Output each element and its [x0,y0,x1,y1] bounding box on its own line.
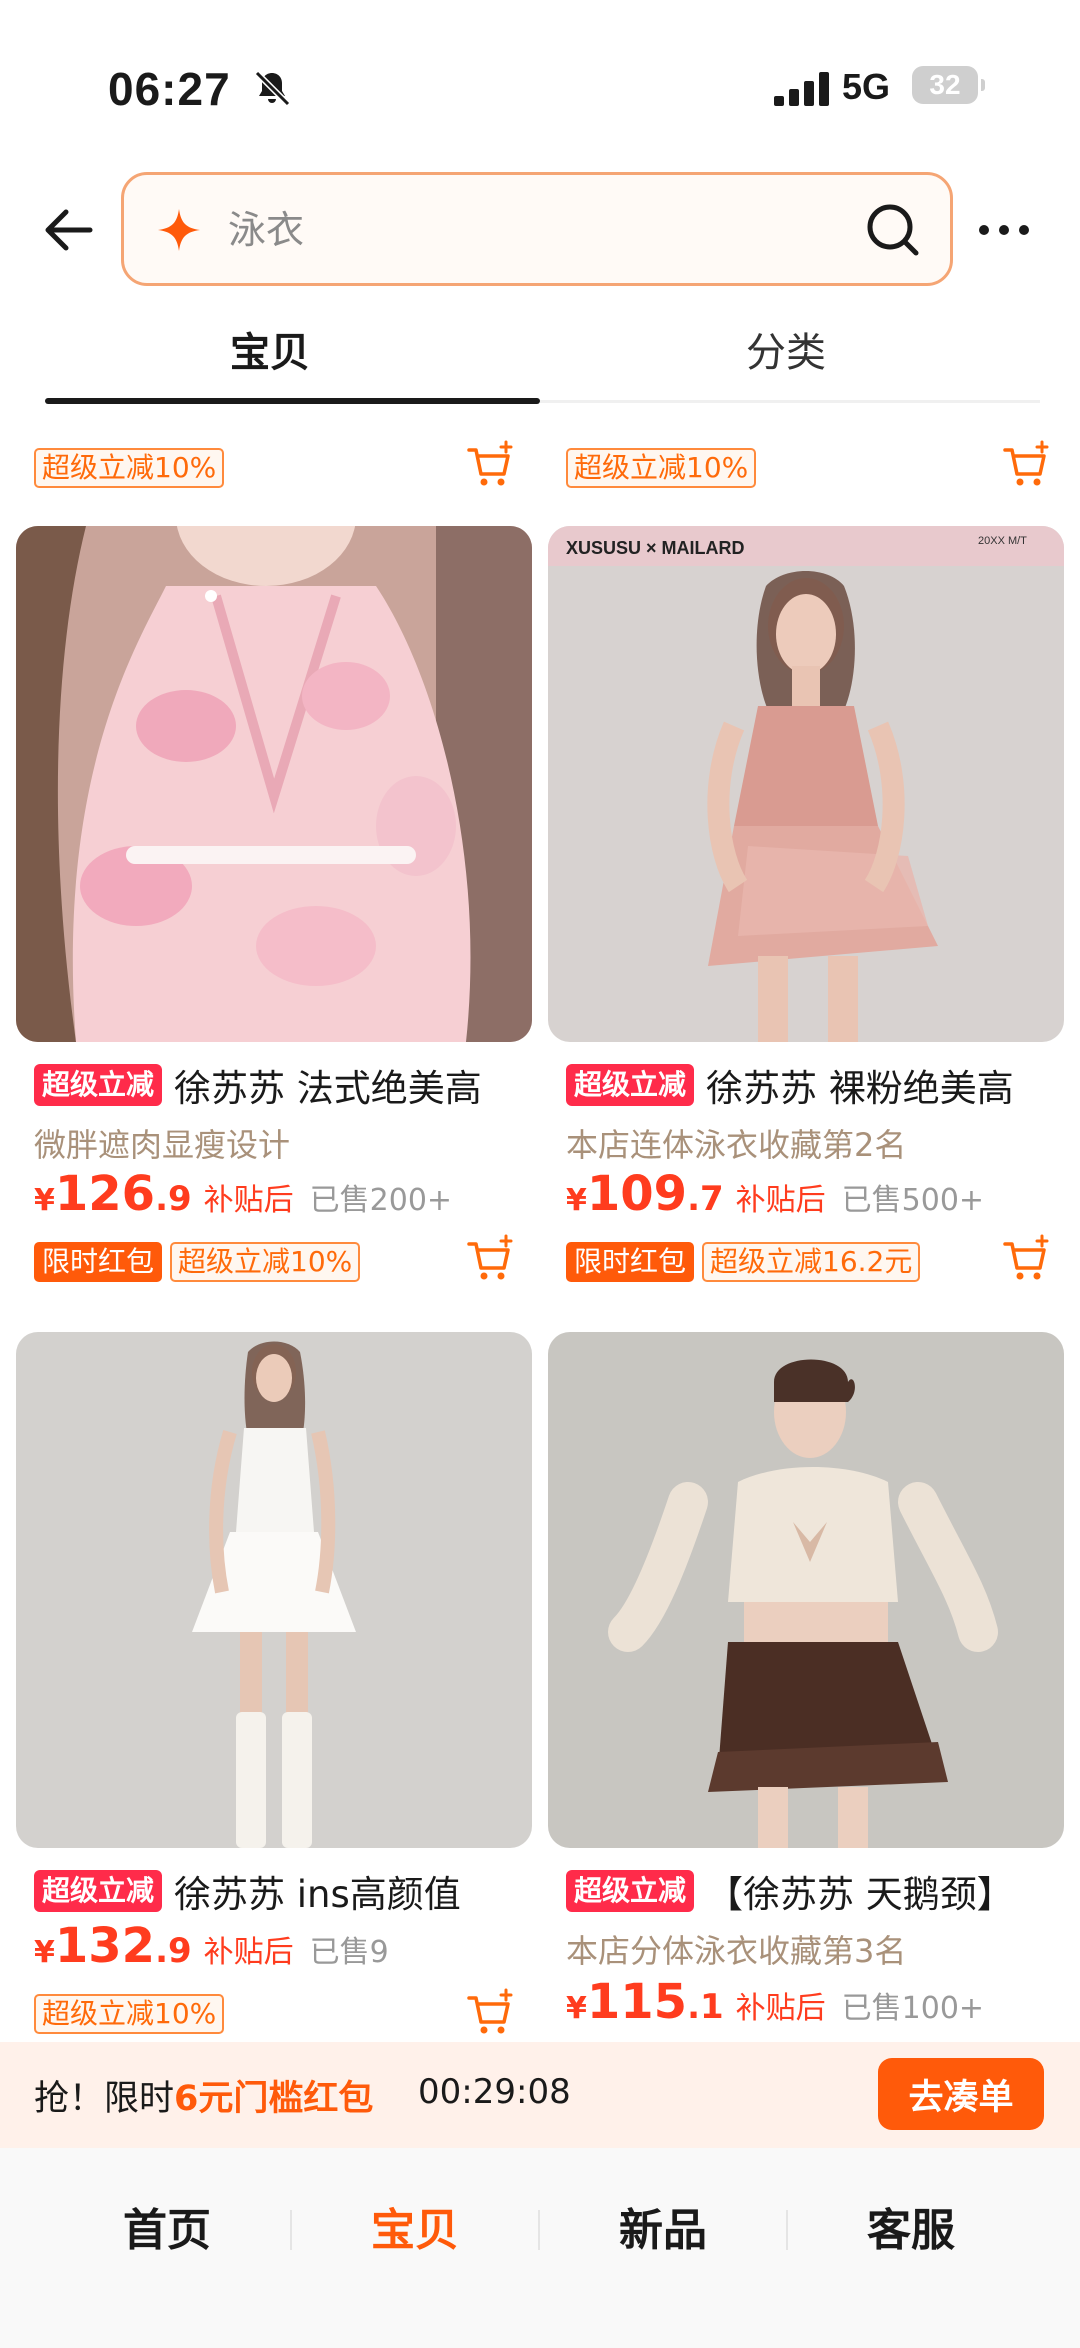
product-subtitle: 本店连体泳衣收藏第2名 [566,1126,907,1164]
tab-divider [540,400,1040,403]
price-row: ¥ 109 .7 补贴后 已售500+ [566,1166,984,1222]
product-title: 徐苏苏 法式绝美高 [174,1067,482,1110]
nav-products[interactable]: 宝贝 [292,2194,538,2258]
search-input[interactable] [228,199,788,261]
product-title: 徐苏苏 ins高颜值 [174,1873,461,1916]
promo-tag: 超级立减 [34,1064,163,1106]
product-title: 【徐苏苏 天鹅颈】 [706,1873,1014,1916]
promo-tag: 超级立减 [34,1870,163,1912]
after-subsidy-label: 补贴后 [203,1935,294,1970]
back-arrow-icon[interactable] [38,200,98,260]
image-brand-text: XUSUSU × MAILARD [566,538,745,558]
add-to-cart-icon[interactable] [1002,440,1052,490]
currency-symbol: ¥ [34,1183,55,1218]
add-to-cart-icon[interactable] [466,440,516,490]
discount-tag: 超级立减10% [170,1242,361,1282]
currency-symbol: ¥ [566,1183,587,1218]
tags-row: 超级立减10% [566,448,757,488]
coupon-banner[interactable]: 抢！限时6元门槛红包 00:29:08 去凑单 [0,2042,1080,2148]
add-to-cart-icon[interactable] [1002,1234,1052,1284]
sold-count: 已售500+ [841,1183,985,1218]
sold-count: 已售9 [309,1935,389,1970]
price-integer: 109 [586,1166,688,1222]
tab-bar: 宝贝 分类 [0,300,1080,408]
red-packet-tag: 限时红包 [34,1242,163,1282]
countdown-timer: 00:29:08 [418,2072,571,2112]
store-search-page: 06:27 5G 32 宝贝 [0,0,1080,2348]
image-note-text: 20XX M/T [978,535,1027,547]
product-subtitle: 微胖遮肉显瘦设计 [34,1126,291,1164]
tab-category[interactable]: 分类 [540,320,1032,378]
promo-tag: 超级立减 [566,1870,695,1912]
tags-row: 超级立减10% [34,448,225,488]
product-title-row: 超级立减 徐苏苏 ins高颜值 [34,1864,461,1918]
price-integer: 126 [54,1166,156,1222]
tags-row: 限时红包 超级立减16.2元 [566,1242,921,1282]
product-card[interactable]: 超级立减 徐苏苏 ins高颜值 ¥ 132 .9 补贴后 已售9 超级立减10% [16,1332,534,2042]
price-integer: 132 [54,1918,156,1974]
after-subsidy-label: 补贴后 [203,1183,294,1218]
nav-new-arrivals[interactable]: 新品 [540,2194,786,2258]
after-subsidy-label: 补贴后 [735,1991,826,2026]
discount-tag: 超级立减10% [566,448,757,488]
sold-count: 已售100+ [841,1991,985,2026]
product-card-partial-left[interactable]: 超级立减10% [16,408,534,498]
price-row: ¥ 126 .9 补贴后 已售200+ [34,1166,452,1222]
status-bar: 06:27 5G 32 [0,0,1080,170]
product-image[interactable] [16,526,532,1042]
nav-home[interactable]: 首页 [44,2194,290,2258]
nav-customer-service[interactable]: 客服 [788,2194,1034,2258]
price-decimal: .9 [155,1931,192,1971]
sold-count: 已售200+ [309,1183,453,1218]
active-tab-indicator [45,398,540,404]
search-icon[interactable] [864,201,922,259]
bell-off-icon [254,70,291,107]
gather-order-button[interactable]: 去凑单 [878,2058,1044,2130]
discount-tag: 超级立减10% [34,448,225,488]
product-title: 徐苏苏 裸粉绝美高 [706,1067,1014,1110]
product-title-row: 超级立减 徐苏苏 裸粉绝美高 [566,1058,1014,1112]
product-image[interactable] [16,1332,532,1848]
product-title-row: 超级立减 【徐苏苏 天鹅颈】 [566,1864,1014,1918]
bottom-nav: 首页 宝贝 新品 客服 [0,2148,1080,2348]
product-subtitle: 本店分体泳衣收藏第3名 [566,1932,907,1970]
price-decimal: .1 [687,1987,724,2027]
tags-row: 限时红包 超级立减10% [34,1242,361,1282]
product-card[interactable]: 超级立减 徐苏苏 法式绝美高 微胖遮肉显瘦设计 ¥ 126 .9 补贴后 已售2… [16,526,534,1296]
add-to-cart-icon[interactable] [466,1234,516,1284]
coupon-prefix: 抢！限时 [34,2079,175,2119]
currency-symbol: ¥ [34,1935,55,1970]
tags-row: 超级立减10% [34,1994,225,2034]
product-image[interactable]: XUSUSU × MAILARD 20XX M/T [548,526,1064,1042]
price-decimal: .9 [155,1179,192,1219]
product-card[interactable]: 超级立减 【徐苏苏 天鹅颈】 本店分体泳衣收藏第3名 ¥ 115 .1 补贴后 … [548,1332,1066,2042]
product-image[interactable] [548,1332,1064,1848]
currency-symbol: ¥ [566,1991,587,2026]
product-card-partial-right[interactable]: 超级立减10% [548,408,1066,498]
price-row: ¥ 132 .9 补贴后 已售9 [34,1918,389,1974]
coupon-message: 抢！限时6元门槛红包 [34,2070,373,2121]
coupon-highlight: 6元门槛红包 [174,2079,374,2119]
network-label: 5G [842,66,891,107]
add-to-cart-icon[interactable] [466,1988,516,2038]
tab-products[interactable]: 宝贝 [0,320,540,378]
product-title-row: 超级立减 徐苏苏 法式绝美高 [34,1058,482,1112]
red-packet-tag: 限时红包 [566,1242,695,1282]
after-subsidy-label: 补贴后 [735,1183,826,1218]
promo-tag: 超级立减 [566,1064,695,1106]
product-card[interactable]: XUSUSU × MAILARD 20XX M/T 超级立减 徐苏苏 裸粉绝美高… [548,526,1066,1296]
signal-icon [774,72,829,106]
status-time: 06:27 [108,63,231,115]
discount-tag: 超级立减16.2元 [702,1242,921,1282]
price-decimal: .7 [687,1179,724,1219]
more-icon[interactable] [978,214,1030,246]
price-row: ¥ 115 .1 补贴后 已售100+ [566,1974,984,2030]
discount-tag: 超级立减10% [34,1994,225,2034]
battery-icon: 32 [912,66,985,104]
product-feed[interactable]: 超级立减10% 超级立减10% 超级立减 徐苏苏 法式绝美高 微胖遮肉显瘦设计 … [0,408,1080,2042]
ai-spark-icon [158,209,200,251]
search-box[interactable] [121,172,953,286]
price-integer: 115 [586,1974,688,2030]
